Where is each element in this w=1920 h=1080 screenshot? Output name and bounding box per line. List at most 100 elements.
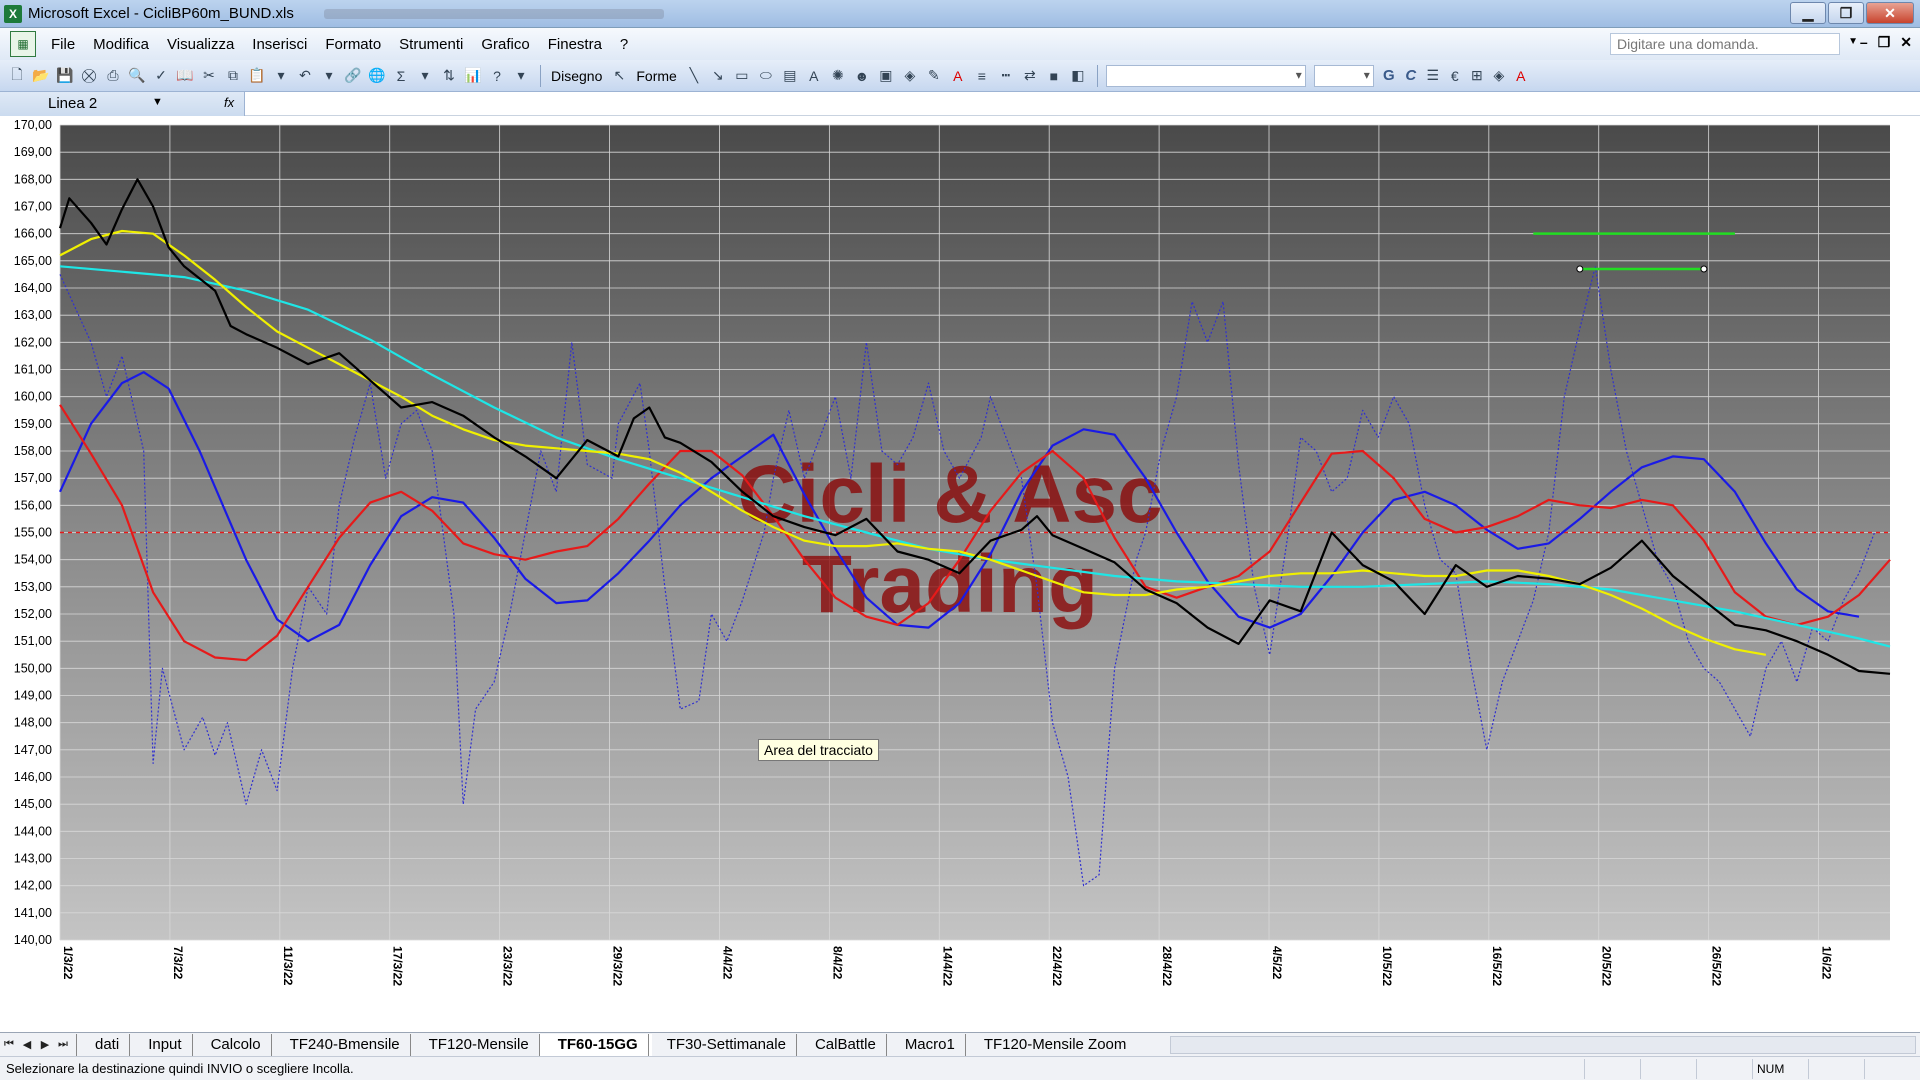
globe-icon[interactable]: 🌐 [366,65,388,87]
fill-color-icon[interactable]: ◈ [899,65,921,87]
line-tool-icon[interactable]: ╲ [683,65,705,87]
arrow-tool-icon[interactable]: ↘ [707,65,729,87]
print-icon[interactable]: ⎙ [102,65,124,87]
euro-button[interactable]: € [1444,65,1466,87]
wordart-icon[interactable]: A [803,65,825,87]
last-sheet-icon[interactable]: ⏭ [54,1038,72,1051]
menu-item-2[interactable]: Modifica [84,36,158,53]
status-message: Selezionare la destinazione quindi INVIO… [6,1061,354,1076]
mdi-minimize-icon[interactable]: – [1860,34,1868,51]
shapes-menu-button[interactable]: Forme [630,68,682,84]
clipart-icon[interactable]: ☻ [851,65,873,87]
new-file-icon[interactable]: 🗋 [6,65,28,87]
bold-button[interactable]: G [1378,65,1400,87]
font-color-icon[interactable]: A [947,65,969,87]
diagram-icon[interactable]: ✺ [827,65,849,87]
sheet-tab[interactable]: Calcolo [191,1033,275,1056]
font-name-select[interactable] [1105,64,1306,87]
spelling-icon[interactable]: ✓ [150,65,172,87]
status-bar: Selezionare la destinazione quindi INVIO… [0,1056,1920,1080]
save-icon[interactable]: 💾 [54,65,76,87]
image-icon[interactable]: ▣ [875,65,897,87]
prev-sheet-icon[interactable]: ◀ [18,1038,36,1051]
autosum-icon[interactable]: Σ [390,65,412,87]
chevron-down-icon[interactable]: ▼ [1848,36,1858,47]
x-tick-label: 26/5/22 [1710,946,1724,986]
chevron-down-icon[interactable]: ▼ [152,96,163,108]
menu-item-9[interactable]: ? [611,36,637,53]
mdi-close-icon[interactable]: ✕ [1900,34,1912,51]
sheet-tab[interactable]: Macro1 [885,1033,969,1056]
first-sheet-icon[interactable]: ⏮ [0,1038,18,1051]
ask-question-input[interactable]: Digitare una domanda. [1610,33,1840,55]
align-center-icon[interactable]: ☰ [1422,65,1444,87]
menu-item-5[interactable]: Formato [316,36,390,53]
x-tick-label: 4/4/22 [720,946,734,980]
sheet-tab[interactable]: TF30-Settimanale [647,1033,800,1056]
sheet-tab[interactable]: CalBattle [795,1033,890,1056]
copy-icon[interactable]: ⧉ [222,65,244,87]
mdi-restore-icon[interactable]: ❐ [1878,34,1891,51]
hyperlink-icon[interactable]: 🔗 [342,65,364,87]
open-folder-icon[interactable]: 📂 [30,65,52,87]
permission-icon[interactable]: ⛒ [78,65,100,87]
highlight-icon[interactable]: ◈ [1488,65,1510,87]
shadow-icon[interactable]: ■ [1043,65,1065,87]
horizontal-scrollbar[interactable] [1170,1035,1916,1054]
font-color-icon[interactable]: A [1510,65,1532,87]
draw-menu-button[interactable]: Disegno [545,68,608,84]
italic-button[interactable]: C [1400,65,1422,87]
name-box[interactable]: Linea 2 ▼ fx [0,92,245,116]
chart-area[interactable]: 170,00 169,00 168,00 167,00 166,00 165,00 164,… [0,117,1920,1032]
sheet-tab[interactable]: TF240-Bmensile [270,1033,414,1056]
menu-item-6[interactable]: Strumenti [390,36,472,53]
ellipse-tool-icon[interactable]: ⬭ [755,65,777,87]
next-sheet-icon[interactable]: ▶ [36,1038,54,1051]
select-pointer-icon[interactable]: ↖ [608,65,630,87]
research-icon[interactable]: 📖 [174,65,196,87]
chart-wizard-icon[interactable]: 📊 [462,65,484,87]
num-lock-indicator: NUM [1752,1059,1808,1079]
sheet-tab[interactable]: Input [129,1033,195,1056]
menu-item-4[interactable]: Inserisci [243,36,316,53]
paste-icon[interactable]: 📋 [246,65,268,87]
textbox-icon[interactable]: ▤ [779,65,801,87]
undo-icon[interactable]: ↶ [294,65,316,87]
name-box-value[interactable]: Linea 2 [48,95,97,112]
x-tick-label: 16/5/22 [1490,946,1504,986]
sheet-tab[interactable]: dati [76,1033,133,1056]
workbook-icon[interactable]: ▦ [10,31,36,57]
dash-style-icon[interactable]: ┅ [995,65,1017,87]
chart[interactable]: 170,00 169,00 168,00 167,00 166,00 165,00 164,… [0,117,1920,1032]
borders-icon[interactable]: ⊞ [1466,65,1488,87]
help-icon[interactable]: ? [486,65,508,87]
fx-icon[interactable]: fx [224,95,234,110]
3d-icon[interactable]: ◧ [1067,65,1089,87]
arrow-style-icon[interactable]: ⇄ [1019,65,1041,87]
sheet-tab[interactable]: TF60-15GG [538,1033,652,1056]
sheet-tab[interactable]: TF120-Mensile Zoom [964,1033,1141,1056]
close-button[interactable]: ✕ [1866,2,1914,24]
menu-item-3[interactable]: Visualizza [158,36,243,53]
font-size-select[interactable] [1313,64,1374,87]
print-preview-icon[interactable]: 🔍 [126,65,148,87]
minimize-button[interactable]: ▁ [1790,2,1826,24]
rectangle-tool-icon[interactable]: ▭ [731,65,753,87]
chevron-down-icon[interactable]: ▾ [318,65,340,87]
y-tick-label: 155,00 [14,526,52,540]
sheet-tab[interactable]: TF120-Mensile [409,1033,543,1056]
cut-icon[interactable]: ✂ [198,65,220,87]
chevron-down-icon[interactable]: ▾ [270,65,292,87]
menu-item-1[interactable]: File [42,36,84,53]
maximize-button[interactable]: ❐ [1828,2,1864,24]
excel-icon[interactable]: X [4,4,22,23]
sort-icon[interactable]: ⇅ [438,65,460,87]
menu-item-8[interactable]: Finestra [539,36,611,53]
chevron-down-icon[interactable]: ▾ [510,65,532,87]
menu-bar: ▦ File Modifica Visualizza Inserisci Formato… [0,28,1920,60]
menu-item-7[interactable]: Grafico [472,36,538,53]
line-color-icon[interactable]: ✎ [923,65,945,87]
chevron-down-icon[interactable]: ▾ [414,65,436,87]
chart-tooltip: Area del tracciato [758,739,879,761]
line-style-icon[interactable]: ≡ [971,65,993,87]
